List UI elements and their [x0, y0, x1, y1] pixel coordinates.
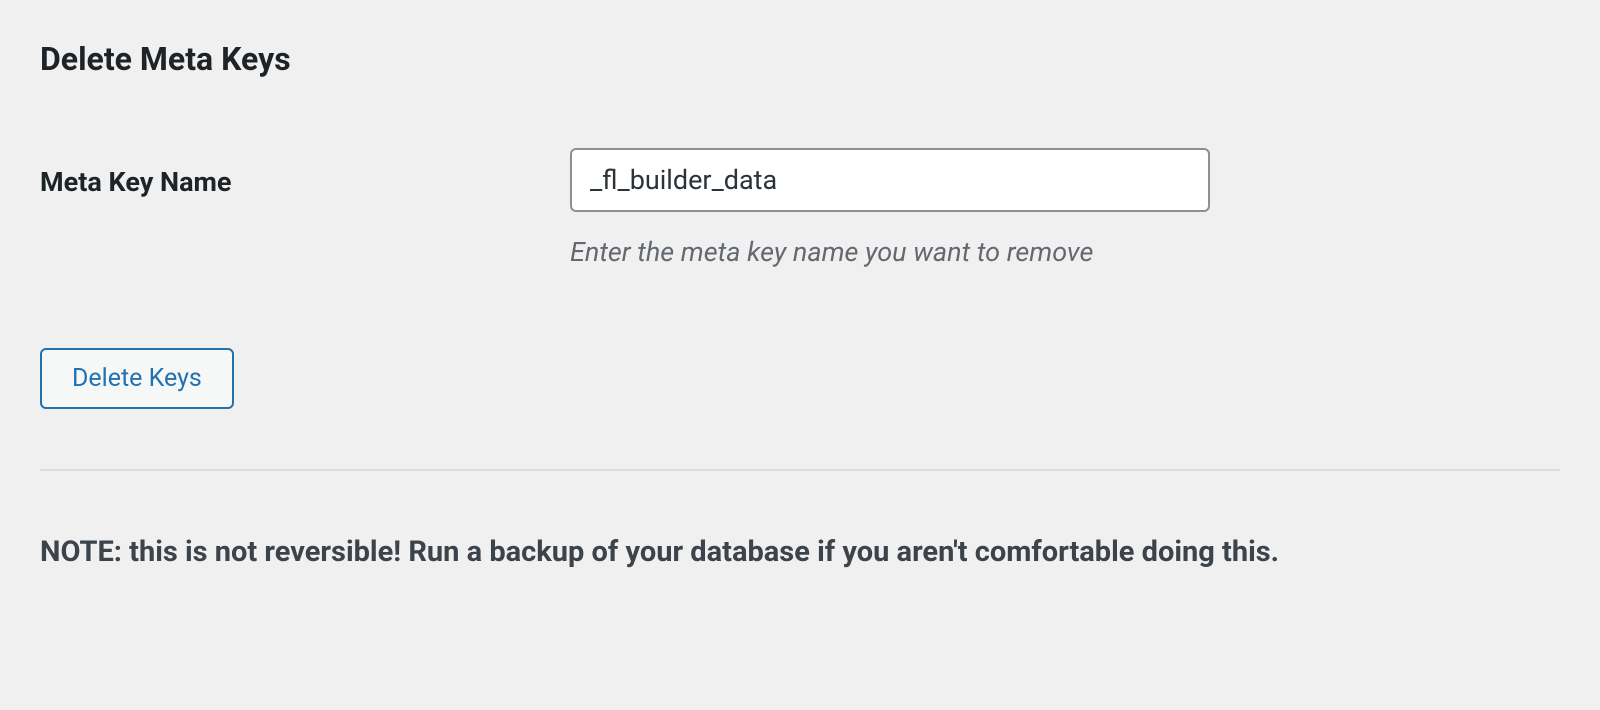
- delete-keys-button[interactable]: Delete Keys: [40, 348, 234, 409]
- meta-key-input[interactable]: [570, 148, 1210, 212]
- warning-note: NOTE: this is not reversible! Run a back…: [40, 531, 1340, 575]
- section-heading: Delete Meta Keys: [40, 40, 1560, 78]
- meta-key-row: Meta Key Name Enter the meta key name yo…: [40, 148, 1560, 268]
- section-divider: [40, 469, 1560, 471]
- meta-key-field-wrapper: Enter the meta key name you want to remo…: [570, 148, 1560, 268]
- meta-key-description: Enter the meta key name you want to remo…: [570, 236, 1560, 268]
- meta-key-label: Meta Key Name: [40, 148, 570, 198]
